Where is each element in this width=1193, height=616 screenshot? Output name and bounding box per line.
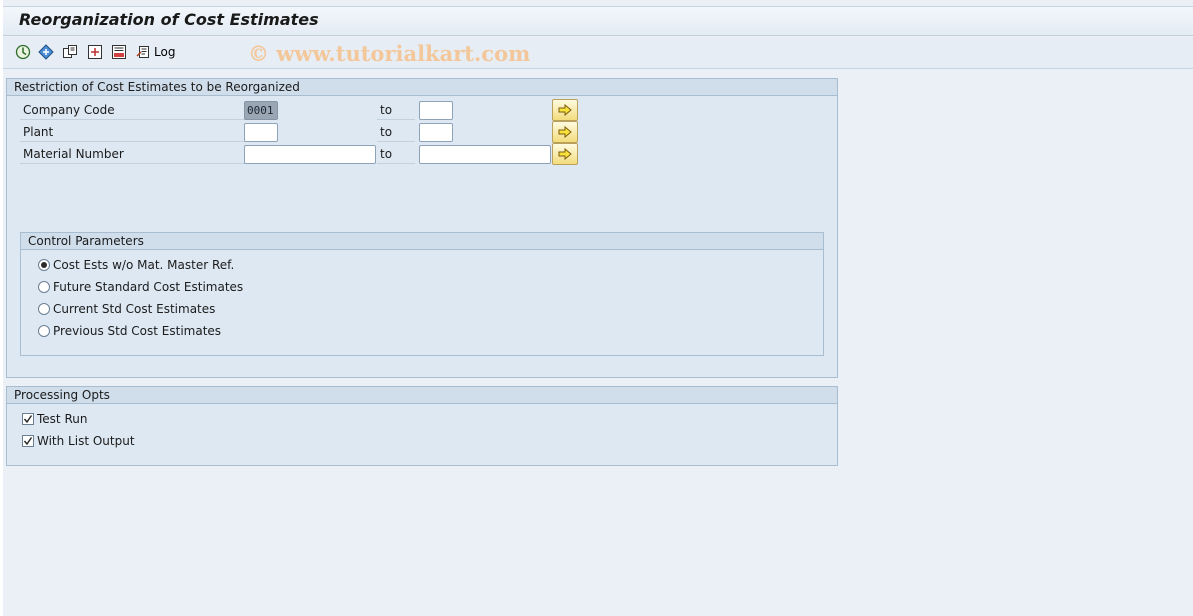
plant-multiple-selection-button[interactable] [552, 121, 578, 143]
material-number-multiple-selection-button[interactable] [552, 143, 578, 165]
checkbox[interactable] [22, 413, 34, 425]
processing-options-title: Processing Opts [7, 387, 837, 404]
radio-future-standard[interactable]: Future Standard Cost Estimates [38, 278, 243, 296]
plant-to-input[interactable] [419, 123, 453, 142]
checkbox-label: With List Output [37, 434, 135, 448]
radio-button[interactable] [38, 325, 50, 337]
checkbox-test-run[interactable]: Test Run [22, 410, 87, 428]
log-label: Log [154, 45, 176, 59]
radio-label: Cost Ests w/o Mat. Master Ref. [53, 258, 235, 272]
material-number-from-input[interactable] [244, 145, 376, 164]
radio-button[interactable] [38, 303, 50, 315]
get-variant-icon[interactable] [38, 44, 54, 60]
company-code-to-label: to [377, 101, 415, 120]
page-title: Reorganization of Cost Estimates [19, 10, 319, 29]
radio-label: Current Std Cost Estimates [53, 302, 216, 316]
checkbox[interactable] [22, 435, 34, 447]
checkmark-icon [23, 437, 33, 446]
application-toolbar: Log © www.tutorialkart.com [3, 37, 1193, 69]
plant-label: Plant [20, 123, 245, 142]
radio-label: Previous Std Cost Estimates [53, 324, 222, 338]
restriction-group-title: Restriction of Cost Estimates to be Reor… [7, 79, 837, 96]
radio-previous-std[interactable]: Previous Std Cost Estimates [38, 322, 221, 340]
material-number-to-input[interactable] [419, 145, 551, 164]
title-bar: Reorganization of Cost Estimates [3, 6, 1193, 36]
arrow-right-icon [558, 148, 572, 160]
arrow-right-icon [558, 104, 572, 116]
radio-button[interactable] [38, 281, 50, 293]
radio-selected-dot [41, 262, 47, 268]
checkmark-icon [23, 415, 33, 424]
radio-current-std[interactable]: Current Std Cost Estimates [38, 300, 215, 318]
material-number-to-label: to [377, 145, 415, 164]
app-window: Reorganization of Cost Estimates Log © w… [3, 0, 1193, 616]
save-variant-icon[interactable] [111, 44, 127, 60]
multiple-selection-icon[interactable] [62, 44, 78, 60]
watermark: © www.tutorialkart.com [248, 41, 531, 66]
plant-to-label: to [377, 123, 415, 142]
radio-cost-ests-without-master[interactable]: Cost Ests w/o Mat. Master Ref. [38, 256, 234, 274]
company-code-to-input[interactable] [419, 101, 453, 120]
plant-from-input[interactable] [244, 123, 278, 142]
arrow-right-icon [558, 126, 572, 138]
selection-options-icon[interactable] [87, 44, 103, 60]
material-number-label: Material Number [20, 145, 245, 164]
company-code-from-input[interactable]: 0001 [244, 101, 278, 120]
control-parameters-group: Control Parameters Cost Ests w/o Mat. Ma… [20, 232, 824, 356]
execute-icon[interactable] [15, 44, 31, 60]
checkbox-label: Test Run [37, 412, 88, 426]
checkbox-with-list-output[interactable]: With List Output [22, 432, 135, 450]
control-parameters-title: Control Parameters [21, 233, 823, 250]
company-code-multiple-selection-button[interactable] [552, 99, 578, 121]
radio-button[interactable] [38, 259, 50, 271]
log-icon [136, 46, 149, 58]
processing-options-group: Processing Opts Test Run With List Outpu… [6, 386, 838, 466]
company-code-label: Company Code [20, 101, 245, 120]
radio-label: Future Standard Cost Estimates [53, 280, 244, 294]
log-button[interactable]: Log [136, 44, 175, 60]
